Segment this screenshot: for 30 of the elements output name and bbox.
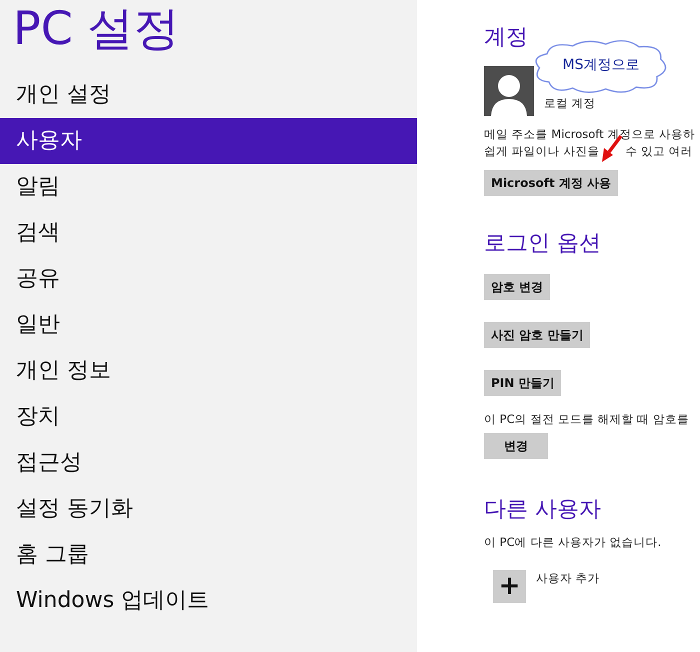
add-user-button[interactable]: + xyxy=(493,570,526,603)
sidebar-item[interactable]: 공유 xyxy=(0,256,417,302)
section-heading: 다른 사용자 xyxy=(484,496,602,524)
wake-text: 이 PC의 절전 모드를 해제할 때 암호를 xyxy=(484,411,690,428)
description-text: 수 있고 여러 xyxy=(625,143,693,160)
user-avatar-icon xyxy=(484,66,534,116)
option-button[interactable]: PIN 만들기 xyxy=(484,370,562,396)
sidebar-item[interactable]: 개인 설정 xyxy=(0,72,417,118)
account-type: 로컬 계정 xyxy=(544,95,596,112)
sidebar-item[interactable]: 개인 정보 xyxy=(0,348,417,394)
sidebar-item[interactable]: 장치 xyxy=(0,394,417,440)
sidebar-item[interactable]: 설정 동기화 xyxy=(0,486,417,532)
microsoft-account-button[interactable]: Microsoft 계정 사용 xyxy=(484,170,618,196)
sidebar-item[interactable]: 검색 xyxy=(0,210,417,256)
sidebar-item[interactable]: 사용자 xyxy=(0,118,417,164)
section-heading: 계정 xyxy=(484,24,529,52)
sidebar-item[interactable]: Windows 업데이트 xyxy=(0,578,417,624)
change-button[interactable]: 변경 xyxy=(484,433,548,459)
add-user-label[interactable]: 사용자 추가 xyxy=(536,570,600,587)
sidebar-item[interactable]: 일반 xyxy=(0,302,417,348)
sidebar-item[interactable]: 알림 xyxy=(0,164,417,210)
section-heading: 로그인 옵션 xyxy=(484,230,602,258)
option-button[interactable]: 암호 변경 xyxy=(484,274,550,300)
sidebar-item[interactable]: 접근성 xyxy=(0,440,417,486)
description-text: 메일 주소를 Microsoft 계정으로 사용하 xyxy=(484,126,696,143)
page-title: PC 설정 xyxy=(12,0,180,57)
no-users-text: 이 PC에 다른 사용자가 없습니다. xyxy=(484,534,662,551)
description-text: 쉽게 파일이나 사진을 xyxy=(484,143,600,160)
sidebar-item[interactable]: 홈 그룹 xyxy=(0,532,417,578)
option-button[interactable]: 사진 암호 만들기 xyxy=(484,322,590,348)
